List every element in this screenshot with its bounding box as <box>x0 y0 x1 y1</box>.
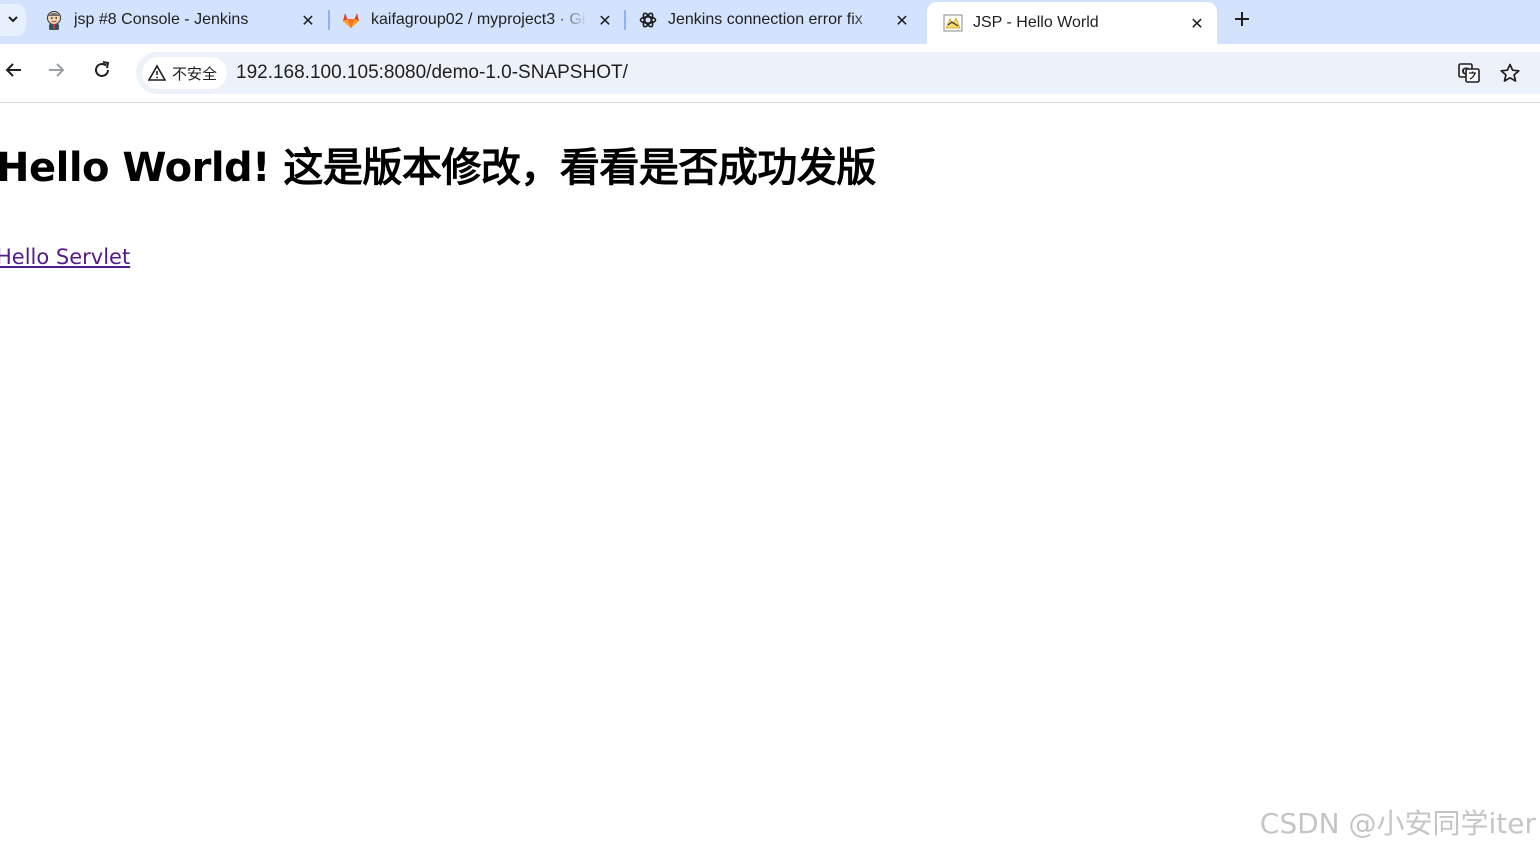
page-heading: Hello World! 这是版本修改，看看是否成功发版 <box>0 145 876 191</box>
tab-jsp-hello-world[interactable]: JSP - Hello World ✕ <box>927 2 1217 44</box>
tomcat-icon <box>943 13 963 33</box>
close-icon[interactable]: ✕ <box>1187 13 1207 33</box>
tab-jenkins-console[interactable]: jsp #8 Console - Jenkins ✕ <box>28 4 328 36</box>
close-icon[interactable]: ✕ <box>298 10 318 30</box>
bookmark-star-icon[interactable] <box>1498 61 1522 85</box>
watermark: CSDN @小安同学iter <box>1259 807 1536 840</box>
tab-gitlab-project[interactable]: kaifagroup02 / myproject3 · GitLab ✕ <box>325 4 625 36</box>
tab-chatgpt-conversation[interactable]: Jenkins connection error fix ✕ <box>622 4 922 36</box>
tab-search-button[interactable] <box>0 4 26 36</box>
url-text[interactable]: 192.168.100.105:8080/demo-1.0-SNAPSHOT/ <box>236 52 628 94</box>
arrow-left-icon <box>4 60 24 84</box>
tab-title: jsp #8 Console - Jenkins <box>74 11 249 28</box>
gitlab-icon <box>341 10 361 30</box>
hello-servlet-link[interactable]: Hello Servlet <box>0 245 130 269</box>
arrow-right-icon <box>46 60 66 84</box>
address-bar[interactable]: 不安全 192.168.100.105:8080/demo-1.0-SNAPSH… <box>136 52 1540 94</box>
tab-title: JSP - Hello World <box>973 14 1099 31</box>
chatgpt-icon <box>638 10 658 30</box>
close-icon[interactable]: ✕ <box>595 10 615 30</box>
tab-strip: jsp #8 Console - Jenkins ✕ kaifagroup02 … <box>0 0 1540 44</box>
tab-title: Jenkins connection error fix <box>668 11 863 28</box>
tab-title: kaifagroup02 / myproject3 · GitLab <box>371 11 587 28</box>
security-label: 不安全 <box>172 64 218 83</box>
security-chip[interactable]: 不安全 <box>142 57 228 89</box>
warning-icon <box>148 64 166 82</box>
forward-button[interactable] <box>42 58 70 86</box>
page-content: Hello World! 这是版本修改，看看是否成功发版 Hello Servl… <box>0 103 1540 848</box>
browser-window: jsp #8 Console - Jenkins ✕ kaifagroup02 … <box>0 0 1540 848</box>
reload-button[interactable] <box>88 58 116 86</box>
chevron-down-icon <box>6 11 20 30</box>
translate-icon[interactable]: G <box>1457 61 1481 85</box>
browser-toolbar: 不安全 192.168.100.105:8080/demo-1.0-SNAPSH… <box>0 44 1540 103</box>
jenkins-icon <box>44 10 64 30</box>
plus-icon <box>1233 6 1251 34</box>
close-icon[interactable]: ✕ <box>892 10 912 30</box>
new-tab-button[interactable] <box>1228 6 1256 34</box>
back-button[interactable] <box>0 58 28 86</box>
reload-icon <box>92 60 112 84</box>
